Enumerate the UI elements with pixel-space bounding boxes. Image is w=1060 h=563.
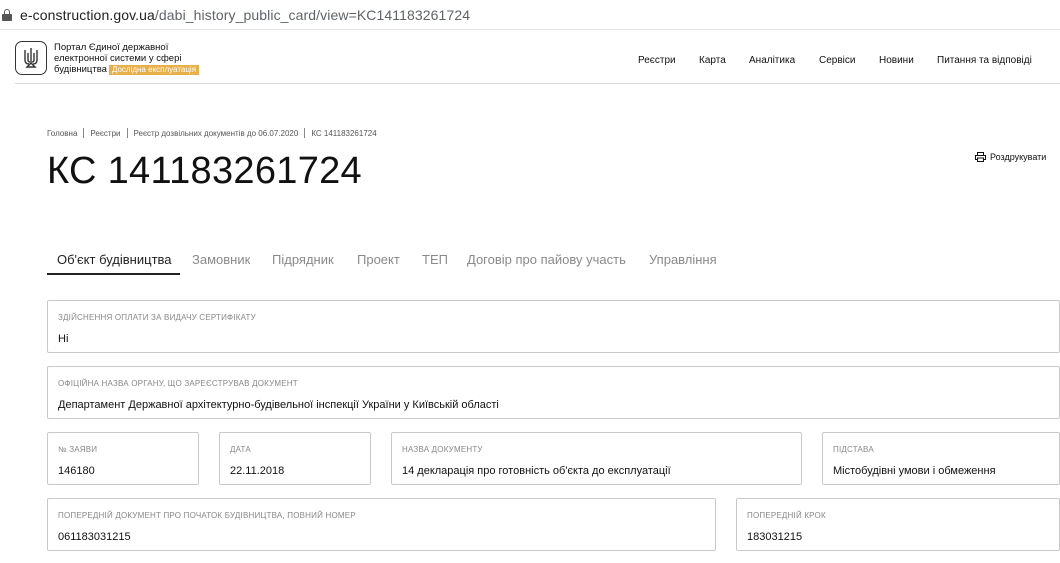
- field-label: Попередній крок: [747, 511, 826, 520]
- tab-project[interactable]: Проект: [357, 252, 400, 267]
- tab-customer[interactable]: Замовник: [192, 252, 250, 267]
- field-value: 146180: [58, 465, 95, 477]
- breadcrumb-permits-registry[interactable]: Реєстр дозвільних документів до 06.07.20…: [134, 129, 299, 138]
- field-authority: Офіційна назва органу, що зареєстрував д…: [47, 366, 1060, 419]
- print-label: Роздрукувати: [990, 152, 1047, 162]
- field-value: 14 декларація про готовність об'єкта до …: [402, 465, 671, 477]
- lock-icon: [2, 8, 12, 21]
- field-label: Дата: [230, 445, 251, 454]
- field-label: Офіційна назва органу, що зареєстрував д…: [58, 379, 298, 388]
- site-logo[interactable]: [15, 41, 47, 75]
- breadcrumb-current: КС 141183261724: [311, 128, 377, 138]
- field-value: Департамент Державної архітектурно-будів…: [58, 399, 499, 411]
- site-header: Портал Єдиної державної електронної сист…: [0, 31, 1060, 83]
- tab-bar: Об'єкт будівництва Замовник Підрядник Пр…: [47, 248, 747, 275]
- tab-construction-object[interactable]: Об'єкт будівництва: [57, 252, 172, 267]
- portal-name[interactable]: Портал Єдиної державної електронної сист…: [54, 42, 214, 75]
- printer-icon: [975, 152, 986, 162]
- field-value: Містобудівні умови і обмеження: [833, 465, 996, 477]
- tab-contractor[interactable]: Підрядник: [272, 252, 334, 267]
- breadcrumb-registries[interactable]: Реєстри: [90, 129, 120, 138]
- field-label: Підстава: [833, 445, 874, 454]
- field-label: Здійснення оплати за видачу сертифікату: [58, 313, 256, 322]
- header-divider: [15, 83, 1060, 84]
- field-label: № заяви: [58, 445, 98, 454]
- url-text[interactable]: e-construction.gov.ua/dabi_history_publi…: [20, 7, 470, 23]
- field-previous-document: Попередній документ про початок будівниц…: [47, 498, 716, 551]
- breadcrumb-home[interactable]: Головна: [47, 129, 77, 138]
- tab-management[interactable]: Управління: [649, 252, 717, 267]
- field-payment: Здійснення оплати за видачу сертифікату …: [47, 300, 1060, 353]
- field-basis: Підстава Містобудівні умови і обмеження: [822, 432, 1060, 485]
- nav-faq[interactable]: Питання та відповіді: [937, 55, 1032, 66]
- field-value: 183031215: [747, 531, 803, 543]
- trident-icon: [24, 48, 38, 68]
- active-tab-indicator: [47, 273, 180, 275]
- tab-equity-agreement[interactable]: Договір про пайову участь: [467, 252, 626, 267]
- nav-map[interactable]: Карта: [699, 55, 726, 66]
- breadcrumb: Головна Реєстри Реєстр дозвільних докуме…: [47, 128, 377, 138]
- field-value: 061183031215: [58, 531, 131, 543]
- beta-badge: Дослідна експлуатація: [108, 65, 200, 75]
- breadcrumb-separator: [126, 128, 128, 138]
- nav-services[interactable]: Сервіси: [819, 55, 855, 66]
- nav-news[interactable]: Новини: [879, 55, 914, 66]
- field-value: Ні: [58, 333, 69, 345]
- nav-registries[interactable]: Реєстри: [638, 55, 676, 66]
- nav-analytics[interactable]: Аналітика: [749, 55, 795, 66]
- field-date: Дата 22.11.2018: [219, 432, 371, 485]
- field-label: Попередній документ про початок будівниц…: [58, 511, 356, 520]
- field-previous-step: Попередній крок 183031215: [736, 498, 1060, 551]
- tab-tep[interactable]: ТЕП: [422, 252, 448, 267]
- breadcrumb-separator: [304, 128, 306, 138]
- print-button[interactable]: Роздрукувати: [975, 152, 1046, 162]
- page-title: КС 141183261724: [47, 150, 362, 192]
- breadcrumb-separator: [83, 128, 85, 138]
- address-bar[interactable]: e-construction.gov.ua/dabi_history_publi…: [0, 0, 1060, 30]
- field-value: 22.11.2018: [230, 465, 285, 477]
- field-application-number: № заяви 146180: [47, 432, 199, 485]
- field-document-name: Назва документу 14 декларація про готовн…: [391, 432, 802, 485]
- field-label: Назва документу: [402, 445, 483, 454]
